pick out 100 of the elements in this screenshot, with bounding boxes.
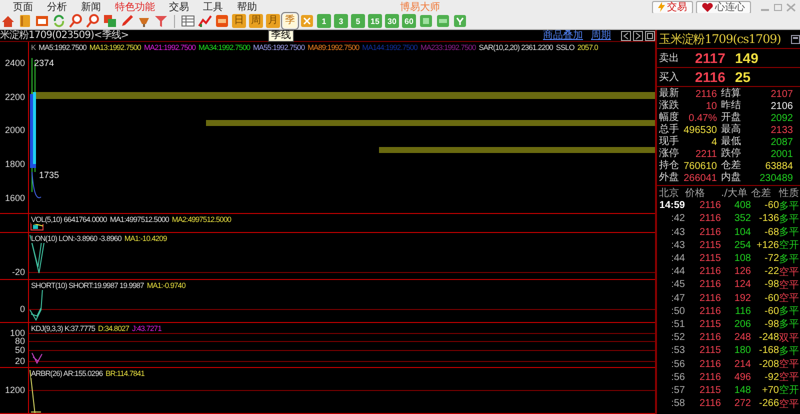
- trend-chart-icon[interactable]: [198, 14, 212, 28]
- column-header: ./大单: [721, 186, 749, 200]
- table-cell-text: 192: [733, 292, 751, 304]
- table-cell-text: :57: [670, 384, 685, 396]
- table-cell-text: 双平: [779, 332, 799, 345]
- price-label: 1735: [39, 170, 60, 180]
- stat-label: 仓差: [721, 160, 742, 172]
- zoom-out-icon[interactable]: [86, 14, 100, 28]
- window-icon[interactable]: [645, 30, 655, 40]
- period-button[interactable]: 季: [283, 14, 297, 28]
- table-cell-text: -22: [764, 266, 779, 278]
- table-cell-text: 254: [733, 240, 751, 251]
- period-button[interactable]: 15: [368, 14, 382, 28]
- close-icon[interactable]: [786, 2, 796, 12]
- table-cell-text: 2116: [698, 200, 721, 212]
- table-cell-text: 2116: [698, 372, 721, 383]
- book-price: 2116: [695, 69, 726, 85]
- table-cell-text: 2116: [698, 279, 721, 290]
- menu-item[interactable]: 分析: [40, 0, 74, 14]
- maximize-icon[interactable]: [773, 2, 783, 12]
- menu-item[interactable]: 交易: [162, 0, 196, 14]
- axis-label: -20: [12, 267, 25, 278]
- table-cell-text: -60: [764, 306, 779, 317]
- period-button[interactable]: 3: [334, 14, 348, 28]
- table-cell-text: 2115: [698, 384, 721, 396]
- tile-icon[interactable]: [419, 14, 433, 28]
- book-label: 买入: [659, 70, 680, 84]
- period-button[interactable]: 30: [385, 14, 399, 28]
- axis-label: 2200: [4, 92, 25, 102]
- menu-item[interactable]: 工具: [196, 0, 230, 14]
- menu-item[interactable]: 帮助: [230, 0, 264, 14]
- book-label: 卖出: [659, 52, 680, 65]
- tile-icon[interactable]: [453, 14, 467, 28]
- period-button[interactable]: 60: [402, 14, 416, 28]
- period-button[interactable]: 5: [351, 14, 365, 28]
- header-link[interactable]: 周期: [591, 30, 611, 41]
- column-header: 价格: [685, 186, 706, 200]
- table-cell-text: :56: [670, 358, 685, 370]
- stat-label: 持仓: [659, 160, 680, 172]
- tooltip: 季线: [268, 30, 294, 42]
- table-cell-text: -98: [764, 318, 779, 330]
- table-cell-text: :43: [670, 240, 685, 251]
- axis-label: 2000: [4, 125, 25, 135]
- table-cell-text: -266: [758, 398, 779, 410]
- table-cell-text: 2116: [698, 332, 721, 344]
- squares-icon[interactable]: [103, 14, 117, 28]
- period-button[interactable]: 1: [317, 14, 331, 28]
- table-cell-text: -72: [764, 253, 779, 264]
- trade-button[interactable]: 交易: [652, 0, 693, 14]
- table-cell-text: :45: [670, 279, 685, 290]
- book-icon[interactable]: [18, 14, 32, 28]
- menu-item[interactable]: 页面: [6, 0, 40, 14]
- table-cell-text: 104: [733, 226, 751, 238]
- table-cell-text: -68: [764, 226, 779, 238]
- table-cell-text: 2116: [698, 292, 721, 304]
- table-cell-text: 180: [733, 345, 751, 356]
- tile-icon[interactable]: [436, 14, 450, 28]
- table-cell-text: 116: [734, 306, 751, 317]
- stat-value: 2106: [770, 100, 794, 112]
- stat-label: 最高: [721, 124, 742, 136]
- table-icon[interactable]: [181, 14, 195, 28]
- left-arrow-icon[interactable]: [621, 30, 631, 40]
- menu-item[interactable]: 特色功能: [108, 0, 162, 14]
- stat-label: 涨跌: [659, 100, 680, 112]
- table-cell-text: 2116: [698, 213, 721, 224]
- report-icon[interactable]: [215, 14, 229, 28]
- app-title: 博易大师: [399, 0, 440, 14]
- table-cell-text: 2115: [698, 318, 721, 330]
- home-icon[interactable]: [1, 14, 15, 28]
- table-cell-text: -92: [764, 372, 779, 383]
- book-price: 2117: [695, 50, 726, 66]
- column-header: 北京: [659, 186, 680, 200]
- period-button[interactable]: 周: [249, 14, 263, 28]
- window-icon[interactable]: [791, 34, 800, 44]
- table-cell-text: 108: [733, 253, 751, 264]
- table-cell-text: :53: [670, 345, 685, 356]
- table-cell-text: 2116: [698, 226, 721, 238]
- stat-value: 496530: [683, 124, 718, 136]
- table-cell-text: 214: [733, 358, 751, 370]
- table-cell-text: 空开: [779, 238, 799, 252]
- period-button[interactable]: 日: [232, 14, 246, 28]
- table-cell-text: 352: [733, 213, 751, 224]
- stat-label: 外盘: [659, 172, 680, 184]
- book-volume: 25: [735, 69, 751, 85]
- menu-item[interactable]: 新闻: [74, 0, 108, 14]
- table-cell-text: -60: [764, 292, 779, 304]
- table-cell-text: :52: [670, 332, 685, 344]
- table-cell-text: 2116: [698, 266, 721, 278]
- right-arrow-icon[interactable]: [633, 30, 643, 40]
- table-cell-text: :43: [670, 226, 685, 238]
- stat-label: 昨结: [721, 100, 742, 112]
- stat-label: 幅度: [659, 112, 680, 124]
- table-cell-text: 空平: [779, 358, 799, 372]
- period-button[interactable]: 月: [266, 14, 280, 28]
- axis-label: 0: [20, 304, 25, 314]
- zoom-in-icon[interactable]: [69, 14, 83, 28]
- window-icon[interactable]: [35, 14, 49, 28]
- column-header: 性质: [779, 186, 799, 200]
- refresh-icon[interactable]: [52, 14, 66, 28]
- heart-button[interactable]: 心连心: [696, 0, 751, 14]
